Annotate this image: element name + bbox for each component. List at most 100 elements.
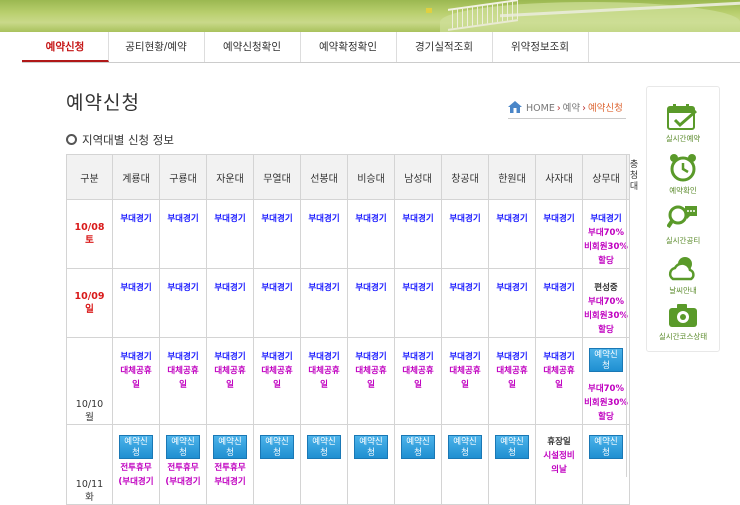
- schedule-cell: 부대경기: [535, 199, 583, 269]
- reserve-request-button[interactable]: 예약신 청: [307, 435, 341, 459]
- main-nav: 예약신청 공티현황/예약 예약신청확인 예약확정확인 경기실적조회 위약정보조회: [22, 32, 740, 63]
- schedule-cell: 예약신 청 전투휴무 부대경기: [206, 424, 254, 505]
- schedule-cell: 부대경기: [253, 268, 301, 338]
- schedule-cell: 부대경기: [441, 268, 489, 338]
- nav-item-game-records[interactable]: 경기실적조회: [396, 32, 493, 62]
- table-row: 10/08 토 부대경기 부대경기 부대경기 부대경기 부대경기 부대경기 부대경기 부대경기 부대…: [66, 199, 630, 269]
- chevron-right-icon: ›: [582, 103, 586, 114]
- column-header-extra: 충청대: [629, 160, 639, 192]
- chevron-right-icon: ›: [556, 103, 561, 114]
- schedule-cell: 예약신 청 전투휴무 (부대경기: [159, 424, 207, 505]
- schedule-cell: 부대경기: [112, 268, 160, 338]
- column-header: 한원대: [488, 154, 536, 200]
- schedule-cell: 예약신 청: [394, 424, 442, 505]
- schedule-cell: 부대경기: [112, 199, 160, 269]
- breadcrumb-home[interactable]: HOME: [526, 103, 555, 114]
- table-row: 10/11 화 예약신 청 전투휴무 (부대경기 예약신 청 전투휴무 (부대경기 예약신 청 전투휴무…: [66, 424, 630, 505]
- quick-label: 예약확인: [669, 186, 697, 195]
- nav-item-reservation-check[interactable]: 예약신청확인: [204, 32, 301, 62]
- schedule-cell: 편성중 부대70% 비회원30% 할당: [582, 268, 630, 338]
- reserve-request-button[interactable]: 예약신 청: [260, 435, 294, 459]
- quick-realtime-reservation[interactable]: 실시간예약: [647, 103, 719, 144]
- column-header: 비승대: [347, 154, 395, 200]
- quick-menu-sidebar: 실시간예약 예약확인 실시간공티 날씨안내 실시간코스상태: [646, 86, 720, 352]
- column-header: 무열대: [253, 154, 301, 200]
- quick-label: 실시간공티: [665, 236, 701, 245]
- table-row: 10/10 월 부대경기 대체공휴 일 부대경기 대체공휴 일 부대경기 대체공휴 일 부대경기 대체공…: [66, 337, 630, 425]
- column-header: 선봉대: [300, 154, 348, 200]
- schedule-cell: 예약신 청: [441, 424, 489, 505]
- reserve-request-button[interactable]: 예약신 청: [448, 435, 482, 459]
- schedule-cell: 예약신 청: [582, 424, 630, 505]
- reserve-request-button[interactable]: 예약신 청: [354, 435, 388, 459]
- schedule-cell: 부대경기: [300, 199, 348, 269]
- quick-weather[interactable]: 날씨안내: [647, 253, 719, 296]
- schedule-cell: 예약신 청 전투휴무 (부대경기: [112, 424, 160, 505]
- schedule-cell: 예약신 청: [347, 424, 395, 505]
- nav-item-penalty-info[interactable]: 위약정보조회: [492, 32, 589, 62]
- schedule-cell: 부대경기 대체공휴 일: [394, 337, 442, 425]
- breadcrumb-current: 예약신청: [587, 103, 623, 114]
- reserve-request-button[interactable]: 예약신 청: [213, 435, 247, 459]
- column-header: 상무대: [582, 154, 630, 200]
- nav-item-reservation[interactable]: 예약신청: [22, 32, 109, 62]
- reserve-request-button[interactable]: 예약신 청: [401, 435, 435, 459]
- quick-reservation-check[interactable]: 예약확인: [647, 153, 719, 196]
- column-header: 창공대: [441, 154, 489, 200]
- reserve-request-button[interactable]: 예약신 청: [119, 435, 153, 459]
- row-date: 10/08 토: [66, 199, 113, 269]
- schedule-cell: 예약신 청: [300, 424, 348, 505]
- schedule-table: 구분 계룡대 구룡대 자운대 무열대 선봉대 비승대 남성대 창공대 한원대 사자대 상무대 10/…: [66, 154, 630, 505]
- row-date: 10/10 월: [66, 337, 113, 425]
- schedule-cell: 부대경기 부대70% 비회원30% 할당: [582, 199, 630, 269]
- breadcrumb: HOME › 예약 › 예약신청: [508, 100, 623, 116]
- schedule-cell: 부대경기: [159, 199, 207, 269]
- breadcrumb-level1[interactable]: 예약: [563, 103, 580, 114]
- schedule-cell: 부대경기 대체공휴 일: [300, 337, 348, 425]
- schedule-cell: 부대경기 대체공휴 일: [206, 337, 254, 425]
- schedule-cell: 부대경기: [347, 268, 395, 338]
- home-icon[interactable]: [508, 101, 522, 116]
- quick-course-status[interactable]: 실시간코스상태: [647, 301, 719, 342]
- search-chat-icon: [667, 205, 697, 229]
- reserve-request-button[interactable]: 예약신 청: [589, 348, 623, 372]
- page-title: 예약신청: [66, 92, 140, 114]
- banner-flag: [426, 8, 432, 13]
- schedule-cell: 부대경기: [488, 199, 536, 269]
- section-heading: 지역대별 신청 정보: [66, 132, 174, 148]
- schedule-cell: 예약신 청 부대70% 비회원30% 할당: [582, 337, 630, 425]
- schedule-cell: 부대경기: [394, 268, 442, 338]
- breadcrumb-underline: [508, 118, 626, 119]
- nav-item-confirm-check[interactable]: 예약확정확인: [300, 32, 397, 62]
- schedule-cell: 부대경기: [206, 268, 254, 338]
- reserve-request-button[interactable]: 예약신 청: [589, 435, 623, 459]
- camera-icon: [669, 304, 697, 327]
- header-corner: 구분: [66, 154, 113, 200]
- schedule-cell: 부대경기: [394, 199, 442, 269]
- schedule-cell: 부대경기 대체공휴 일: [441, 337, 489, 425]
- schedule-cell: 부대경기 대체공휴 일: [253, 337, 301, 425]
- quick-realtime-tee[interactable]: 실시간공티: [647, 203, 719, 246]
- schedule-cell: 부대경기 대체공휴 일: [159, 337, 207, 425]
- quick-label: 날씨안내: [669, 286, 697, 295]
- section-title: 지역대별 신청 정보: [82, 133, 174, 147]
- schedule-cell: 부대경기: [159, 268, 207, 338]
- schedule-cell: 부대경기: [347, 199, 395, 269]
- header-banner: [0, 0, 740, 32]
- quick-label: 실시간예약: [665, 134, 701, 143]
- schedule-cell: 부대경기: [300, 268, 348, 338]
- reserve-request-button[interactable]: 예약신 청: [166, 435, 200, 459]
- row-date: 10/11 화: [66, 424, 113, 505]
- schedule-cell: 부대경기 대체공휴 일: [488, 337, 536, 425]
- table-row: 10/09 일 부대경기 부대경기 부대경기 부대경기 부대경기 부대경기 부대경기 부대경기 부대…: [66, 268, 630, 338]
- alarm-clock-icon: [670, 154, 696, 182]
- nav-item-tee-status[interactable]: 공티현황/예약: [108, 32, 205, 62]
- column-header: 구룡대: [159, 154, 207, 200]
- table-header-row: 구분 계룡대 구룡대 자운대 무열대 선봉대 비승대 남성대 창공대 한원대 사자대 상무대: [66, 154, 630, 200]
- column-header: 남성대: [394, 154, 442, 200]
- schedule-cell: 부대경기: [488, 268, 536, 338]
- schedule-cell: 예약신 청: [488, 424, 536, 505]
- schedule-cell: 부대경기: [206, 199, 254, 269]
- schedule-cell: 부대경기 대체공휴 일: [347, 337, 395, 425]
- reserve-request-button[interactable]: 예약신 청: [495, 435, 529, 459]
